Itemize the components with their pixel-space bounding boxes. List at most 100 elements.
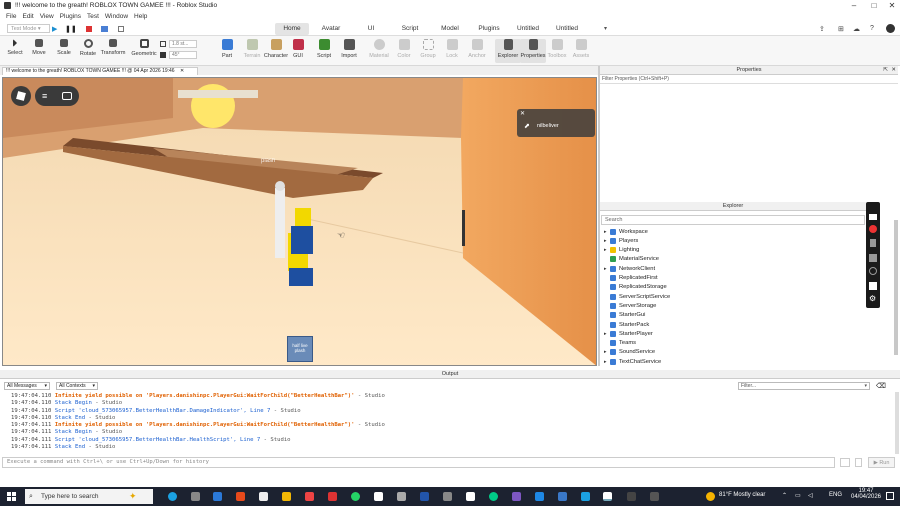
app-icon-10[interactable] [535,492,544,501]
window-icon[interactable] [869,282,877,290]
explorer-item-lighting[interactable]: ▸ Lighting [604,246,639,255]
roblox-studio-taskbar-icon[interactable] [603,492,612,501]
tab-plugins[interactable]: Plugins [472,23,506,35]
tab-home[interactable]: Home [275,23,309,35]
contexts-filter-dropdown[interactable]: All Contexts ▾ [56,382,98,390]
screen-icon[interactable] [118,26,124,32]
record-icon[interactable] [869,225,877,233]
stud-snap-checkbox[interactable] [160,41,166,47]
file-explorer-icon[interactable] [282,492,291,501]
explorer-item-serverscriptservice[interactable]: ServerScriptService [604,292,670,301]
output-scrollbar[interactable] [895,392,899,454]
place-document-tab[interactable]: !!! welcome to the greath! ROBLOX TOWN G… [2,67,198,75]
windows-start-icon[interactable] [7,492,16,501]
app-icon-4[interactable] [397,492,406,501]
tab-untitled-2[interactable]: Untitled [550,23,584,35]
network-icon[interactable]: ▭ [795,492,801,499]
close-panel-icon[interactable]: ✕ [891,66,896,75]
microphone-icon[interactable] [870,239,876,247]
play-icon[interactable]: ▶ [52,25,57,33]
explorer-item-teams[interactable]: Teams [604,339,636,348]
explorer-item-textchatservice[interactable]: ▸ TextChatService [604,357,661,366]
stop-icon[interactable] [86,26,92,32]
geometric-tool[interactable]: Geometric [131,39,157,57]
color-tool[interactable]: Color [391,39,417,59]
explorer-search-input[interactable]: Search [601,215,865,225]
edge-icon[interactable] [168,492,177,501]
app-icon-7[interactable] [466,492,475,501]
avatar[interactable] [886,24,895,33]
menu-plugins[interactable]: Plugins [60,13,81,20]
explorer-item-workspace[interactable]: ▸ Workspace [604,227,648,236]
terrain-tool[interactable]: Terrain [239,39,265,59]
command-bar-input[interactable]: Execute a command with Ctrl+\ or use Ctr… [2,457,835,468]
explorer-item-starterplayer[interactable]: ▸ StarterPlayer [604,329,653,338]
app-icon-3[interactable] [374,492,383,501]
stud-increment-field[interactable]: 1.8 st... [169,40,197,48]
tray-chevron-icon[interactable]: ⌃ [782,492,787,499]
input-language[interactable]: ENG [829,492,842,498]
whatsapp-icon[interactable] [351,492,360,501]
explorer-scrollbar[interactable] [894,220,898,355]
import-tool[interactable]: Import [336,39,362,59]
rotate-tool[interactable]: Rotate [75,39,101,57]
explorer-item-materialservice[interactable]: MaterialService [604,255,659,264]
close-icon[interactable]: ✕ [882,0,900,10]
explorer-item-serverstorage[interactable]: ServerStorage [604,301,656,310]
command-history-icon[interactable] [840,458,850,467]
maximize-icon[interactable]: □ [864,0,884,10]
tab-model[interactable]: Model [433,23,467,35]
explorer-item-startergui[interactable]: StarterGui [604,311,645,320]
app-icon-11[interactable] [558,492,567,501]
share-icon[interactable]: ⇪ [819,25,825,33]
menu-view[interactable]: View [40,13,54,20]
game-viewport[interactable]: ≡ ✕ ⬈ nilbeliver plash half live plash ☜ [2,77,597,366]
explorer-item-soundservice[interactable]: ▸ SoundService [604,348,655,357]
explorer-item-networkclient[interactable]: ▸ NetworkClient [604,264,655,273]
transform-tool[interactable]: Transform [100,39,126,56]
assets-toggle[interactable]: Assets [568,39,594,59]
app-icon-12[interactable] [581,492,590,501]
app-icon-9[interactable] [512,492,521,501]
close-notification-icon[interactable]: ✕ [520,110,525,117]
rotate-increment-field[interactable]: 45° [169,51,197,59]
tab-ui[interactable]: UI [354,23,388,35]
clear-output-icon[interactable]: ⌫ [876,382,886,390]
explorer-item-players[interactable]: ▸ Players [604,236,638,245]
bookmark-icon[interactable] [855,458,862,467]
pause-icon[interactable]: ❚❚ [65,25,77,33]
menu-file[interactable]: File [6,13,16,20]
camera-icon[interactable] [869,214,877,220]
part-tool[interactable]: Part [214,39,240,59]
anchor-tool[interactable]: Anchor [464,39,490,59]
chat-icon[interactable] [62,92,72,100]
menu-test[interactable]: Test [87,13,99,20]
properties-toggle[interactable]: Properties [520,39,546,63]
app-icon-8[interactable] [489,492,498,501]
speaker-icon[interactable] [869,254,877,262]
taskbar-search-box[interactable]: ⌕ Type here to search ✦ [25,489,153,504]
explorer-toggle[interactable]: Explorer [495,39,521,63]
close-tab-icon[interactable]: ✕ [180,68,184,74]
menu-help[interactable]: Help [134,13,147,20]
select-tool[interactable]: Select [2,39,28,56]
office-icon[interactable] [236,492,245,501]
explorer-item-starterpack[interactable]: StarterPack [604,320,649,329]
panel-divider[interactable] [598,66,600,366]
minimize-icon[interactable]: – [844,0,864,10]
task-view-icon[interactable] [191,492,200,501]
roblox-menu-button[interactable] [11,86,31,106]
app-red-icon[interactable] [305,492,314,501]
app-icon-14[interactable] [650,492,659,501]
store-icon[interactable] [259,492,268,501]
test-mode-dropdown[interactable]: Test Mode ▾ [7,24,50,33]
explorer-item-replicatedstorage[interactable]: ReplicatedStorage [604,283,667,292]
move-tool[interactable]: Move [26,39,52,56]
lock-tool[interactable]: Lock [439,39,465,59]
app-icon-6[interactable] [443,492,452,501]
clock[interactable]: 19:47 04/04/2026 [849,488,883,500]
menu-edit[interactable]: Edit [22,13,33,20]
help-icon[interactable]: ? [870,25,874,32]
grid-icon[interactable]: ⊞ [838,25,844,33]
rotate-snap-checkbox[interactable] [160,52,166,58]
